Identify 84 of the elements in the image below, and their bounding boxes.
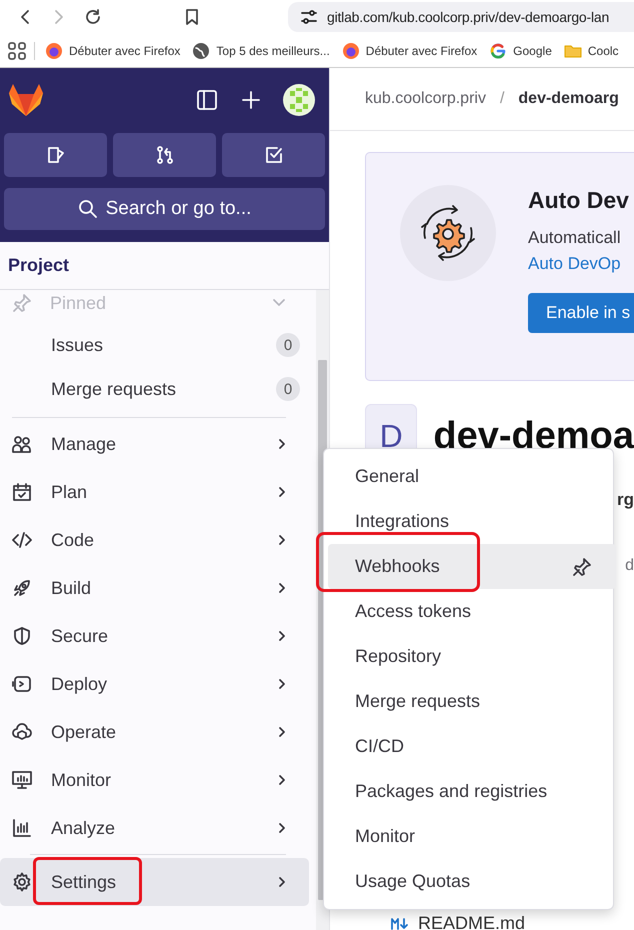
markdown-icon (390, 916, 410, 930)
bookmark[interactable]: Débuter avec Firefox (45, 42, 180, 60)
search-field[interactable]: Search or go to... (4, 188, 325, 230)
nav-item[interactable]: Secure (0, 612, 309, 660)
nav-item[interactable]: Plan (0, 468, 309, 516)
avatar-icon[interactable] (282, 83, 316, 117)
pin-icon[interactable] (572, 556, 592, 576)
bookmark[interactable]: Débuter avec Firefox (342, 42, 478, 60)
cloud-icon (12, 722, 32, 742)
menu-item[interactable]: CI/CD (328, 724, 616, 769)
search-icon (78, 199, 98, 219)
shield-icon (12, 626, 32, 646)
rocket-icon (12, 578, 32, 598)
checkbox-icon (264, 145, 284, 165)
todo-button[interactable] (222, 133, 325, 177)
tune-icon (300, 8, 318, 26)
nav-item[interactable]: Monitor (0, 756, 309, 804)
menu-item[interactable]: Repository (328, 634, 616, 679)
nav-item[interactable]: Operate (0, 708, 309, 756)
banner-link[interactable]: Auto DevOp (528, 254, 634, 274)
pin-icon (12, 293, 32, 313)
code-icon (12, 530, 32, 550)
merge-request-icon (154, 145, 174, 165)
context-title: Project (0, 242, 329, 290)
breadcrumb-link[interactable]: dev-demoarg (518, 90, 619, 108)
file-link[interactable]: README.md (418, 913, 526, 930)
globe-icon (192, 42, 210, 60)
gitlab-logo-icon[interactable] (8, 83, 44, 117)
plus-icon[interactable] (241, 90, 261, 110)
nav-item[interactable]: Merge requests 0 (0, 367, 316, 411)
enable-button[interactable]: Enable in s (528, 293, 634, 333)
chevron-right-icon (277, 875, 287, 889)
google-icon (489, 42, 508, 60)
issues-icon (46, 145, 66, 165)
menu-item[interactable]: Integrations (328, 499, 616, 544)
reload-icon[interactable] (84, 8, 102, 26)
apps-icon[interactable] (8, 42, 26, 60)
breadcrumb-link[interactable]: kub.coolcorp.priv (365, 90, 486, 108)
people-icon (12, 434, 32, 454)
chevron-right-icon (277, 821, 287, 835)
sidebar-toggle-icon[interactable] (196, 89, 218, 111)
chevron-right-icon (277, 629, 287, 643)
count-badge: 0 (276, 377, 300, 401)
count-badge: 0 (276, 333, 300, 357)
bookmark[interactable]: Google (489, 42, 552, 60)
menu-item[interactable]: Webhooks (328, 544, 616, 589)
project-text: rg (617, 490, 634, 510)
monitor-icon (12, 770, 32, 790)
chevron-down-icon (272, 298, 286, 308)
nav-item[interactable]: Build (0, 564, 309, 612)
merge-requests-button[interactable] (113, 133, 216, 177)
menu-item[interactable]: Merge requests (328, 679, 616, 724)
breadcrumb-separator: / (500, 90, 504, 108)
nav-item[interactable]: Settings (0, 858, 309, 906)
nav-item[interactable]: Analyze (0, 804, 309, 852)
banner-title: Auto Dev (528, 187, 630, 214)
chevron-right-icon (277, 725, 287, 739)
menu-item[interactable]: Usage Quotas (328, 859, 616, 904)
menu-item[interactable]: Access tokens (328, 589, 616, 634)
bookmark-icon[interactable] (184, 8, 200, 26)
deploy-icon (12, 674, 32, 694)
nav-item[interactable]: Issues 0 (0, 323, 316, 367)
chevron-right-icon (277, 677, 287, 691)
bookmark[interactable]: Top 5 des meilleurs... (192, 42, 330, 60)
table-cell: d (625, 557, 634, 575)
nav-item[interactable]: Deploy (0, 660, 309, 708)
firefox-icon (45, 42, 63, 60)
calendar-icon (12, 482, 32, 502)
bookmark[interactable]: Coolc (564, 42, 619, 60)
address-bar[interactable]: gitlab.com/kub.coolcorp.priv/dev-demoargo-lan (288, 2, 634, 32)
chevron-right-icon (277, 533, 287, 547)
firefox-icon (342, 42, 360, 60)
menu-item[interactable]: Packages and registries (328, 769, 616, 814)
issues-button[interactable] (4, 133, 107, 177)
chevron-right-icon (277, 437, 287, 451)
nav-item[interactable]: Code (0, 516, 309, 564)
chevron-right-icon (277, 485, 287, 499)
menu-item[interactable]: Monitor (328, 814, 616, 859)
settings-icon (12, 872, 32, 892)
chevron-right-icon (277, 773, 287, 787)
nav-item[interactable]: Manage (0, 420, 309, 468)
chart-icon (12, 818, 32, 838)
chevron-right-icon (277, 581, 287, 595)
banner-text: Automaticall (528, 228, 622, 248)
